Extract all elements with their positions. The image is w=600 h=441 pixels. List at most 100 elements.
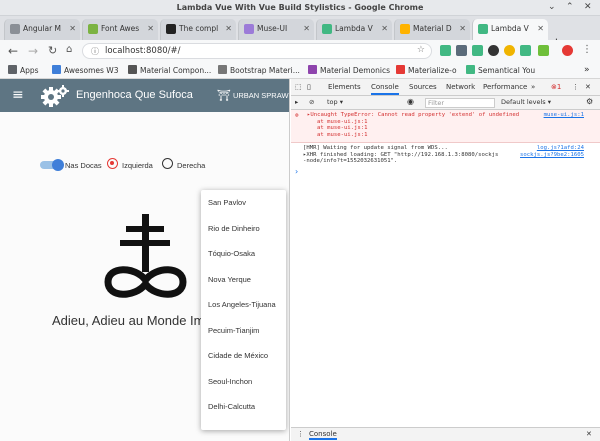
log-text: [HMR] Waiting for update signal from WDS…: [303, 145, 448, 151]
profile-avatar[interactable]: [562, 45, 573, 56]
bookmark-item[interactable]: Awesomes W3: [52, 65, 118, 75]
reload-icon[interactable]: ↻: [48, 44, 57, 57]
extension-icon[interactable]: [520, 45, 531, 56]
sidebar-toggle-icon[interactable]: ▸: [295, 98, 298, 106]
tab-console[interactable]: Console: [371, 83, 399, 95]
menu-item[interactable]: Pecuim-Tianjim: [201, 318, 286, 344]
clear-console-icon[interactable]: ⊘: [309, 98, 314, 106]
tab-label: Lambda V: [335, 24, 373, 33]
home-icon[interactable]: ⌂: [66, 44, 72, 55]
chrome-menu-icon[interactable]: ⋮: [582, 44, 592, 55]
drawer-tab-console[interactable]: Console: [309, 430, 337, 440]
tab-performance[interactable]: Performance: [483, 83, 527, 91]
filter-placeholder: Filter: [428, 99, 445, 107]
browser-tab[interactable]: Angular M ✕: [4, 19, 80, 40]
close-tab-icon[interactable]: ✕: [303, 24, 310, 33]
menu-item[interactable]: Nova Yerque: [201, 267, 286, 293]
more-tabs-icon[interactable]: »: [531, 83, 535, 91]
bookmark-star-icon[interactable]: ☆: [417, 45, 425, 55]
leviathan-cross-icon: [104, 214, 187, 298]
menu-item[interactable]: Tóquio-Osaka: [201, 241, 286, 267]
menu-item[interactable]: San Pavlov: [201, 190, 286, 216]
extension-icon[interactable]: [488, 45, 499, 56]
tab-network[interactable]: Network: [446, 83, 475, 91]
close-tab-icon[interactable]: ✕: [225, 24, 232, 33]
browser-tab[interactable]: The compl ✕: [160, 19, 236, 40]
tab-strip: Angular M ✕ Font Awes ✕ The compl ✕ Muse-UI…: [0, 16, 600, 51]
close-tab-icon[interactable]: ✕: [459, 24, 466, 33]
close-tab-icon[interactable]: ✕: [537, 24, 544, 33]
browser-tab[interactable]: Font Awes ✕: [82, 19, 158, 40]
urban-sprawl-button[interactable]: ⛩ URBAN SPRAWL: [217, 89, 290, 102]
tab-favicon: [88, 24, 98, 34]
menu-icon[interactable]: ≡: [12, 87, 24, 103]
address-bar[interactable]: ⓘ localhost:8080/#/ ☆: [82, 43, 432, 59]
window-title: Lambda Vue With Vue Build Stylistics - G…: [176, 3, 424, 12]
forward-icon[interactable]: →: [28, 44, 38, 58]
error-count: 1: [556, 83, 562, 91]
tab-label: Lambda V: [491, 24, 529, 33]
toggle-label: Nas Docas: [65, 161, 102, 170]
console-filter-input[interactable]: Filter: [425, 98, 495, 108]
error-source-link[interactable]: muse-ui.js:1: [544, 112, 584, 118]
vue-devtools-icon[interactable]: [472, 45, 483, 56]
menu-item[interactable]: Rio de Dinheiro: [201, 216, 286, 242]
maximize-icon[interactable]: ⌃: [566, 2, 574, 12]
stack-frame[interactable]: at muse-ui.js:1: [307, 132, 600, 139]
close-drawer-icon[interactable]: ✕: [586, 430, 592, 438]
extension-icon[interactable]: [456, 45, 467, 56]
close-window-icon[interactable]: ✕: [584, 2, 592, 12]
bookmark-item[interactable]: Materialize-o: [396, 65, 457, 75]
bookmark-item[interactable]: Semantical You: [466, 65, 535, 75]
back-icon[interactable]: ←: [8, 44, 18, 58]
tab-elements[interactable]: Elements: [328, 83, 361, 91]
menu-item[interactable]: Delhi-Calcutta: [201, 394, 286, 420]
minimize-icon[interactable]: ⌄: [548, 2, 556, 12]
url-text: localhost:8080/#/: [105, 46, 181, 56]
browser-tab[interactable]: Lambda V ✕: [316, 19, 392, 40]
console-xhr-message-cont: -node/info?t=1552032631051".: [291, 158, 600, 164]
browser-tab-active[interactable]: Lambda V ✕: [472, 19, 548, 40]
error-count-badge[interactable]: ⊗1: [551, 83, 561, 91]
log-source-link[interactable]: log.js?1afd:24: [537, 145, 584, 151]
device-toolbar-icon[interactable]: ▯: [307, 83, 311, 91]
browser-tab[interactable]: Material D ✕: [394, 19, 470, 40]
console-error-message[interactable]: ⊗ ▸Uncaught TypeError: Cannot read prope…: [291, 110, 600, 143]
close-tab-icon[interactable]: ✕: [381, 24, 388, 33]
bookmark-apps[interactable]: Apps: [8, 65, 39, 75]
urban-sprawl-label: URBAN SPRAWL: [232, 91, 290, 100]
tab-sources[interactable]: Sources: [409, 83, 437, 91]
bookmarks-overflow-icon[interactable]: »: [584, 65, 590, 75]
extension-icon[interactable]: [440, 45, 451, 56]
menu-item[interactable]: Cidade de México: [201, 343, 286, 369]
menu-item[interactable]: Los Angeles-Tijuana: [201, 292, 286, 318]
site-info-icon[interactable]: ⓘ: [91, 46, 99, 57]
browser-tab[interactable]: Muse-UI ✕: [238, 19, 314, 40]
console-prompt-icon[interactable]: ›: [295, 167, 298, 176]
radio-derecha[interactable]: [162, 158, 173, 169]
context-select[interactable]: top ▾: [327, 98, 343, 106]
console-settings-icon[interactable]: ⚙: [586, 97, 593, 106]
close-devtools-icon[interactable]: ✕: [585, 83, 591, 91]
close-tab-icon[interactable]: ✕: [147, 24, 154, 33]
devtools-menu-icon[interactable]: ⋮: [572, 83, 579, 91]
toggle-knob[interactable]: [52, 159, 64, 171]
inspect-icon[interactable]: ⬚: [295, 83, 302, 91]
radio-izquierda[interactable]: [107, 158, 118, 169]
extension-icon[interactable]: [538, 45, 549, 56]
console-toolbar: ▸ ⊘ top ▾ ◉ Filter Default levels ▾ ⚙: [291, 96, 600, 110]
extension-icon[interactable]: [504, 45, 515, 56]
close-tab-icon[interactable]: ✕: [69, 24, 76, 33]
menu-item[interactable]: Seoul-Inchon: [201, 369, 286, 395]
log-levels-value: Default levels: [501, 98, 546, 106]
drawer-menu-icon[interactable]: ⋮: [297, 430, 304, 438]
log-levels-select[interactable]: Default levels ▾: [501, 98, 551, 106]
tab-label: The compl: [179, 24, 219, 33]
tab-favicon: [400, 24, 410, 34]
eye-icon[interactable]: ◉: [407, 97, 414, 106]
app-viewport: ≡ Engenhoca Que Sufoca ⛩ URBAN SPRAWL Nas…: [0, 79, 290, 441]
nas-docas-toggle[interactable]: [40, 159, 64, 171]
bookmark-item[interactable]: Material Compon...: [128, 65, 211, 75]
bookmark-item[interactable]: Material Demonics: [308, 65, 390, 75]
bookmark-item[interactable]: Bootstrap Materi...: [218, 65, 300, 75]
